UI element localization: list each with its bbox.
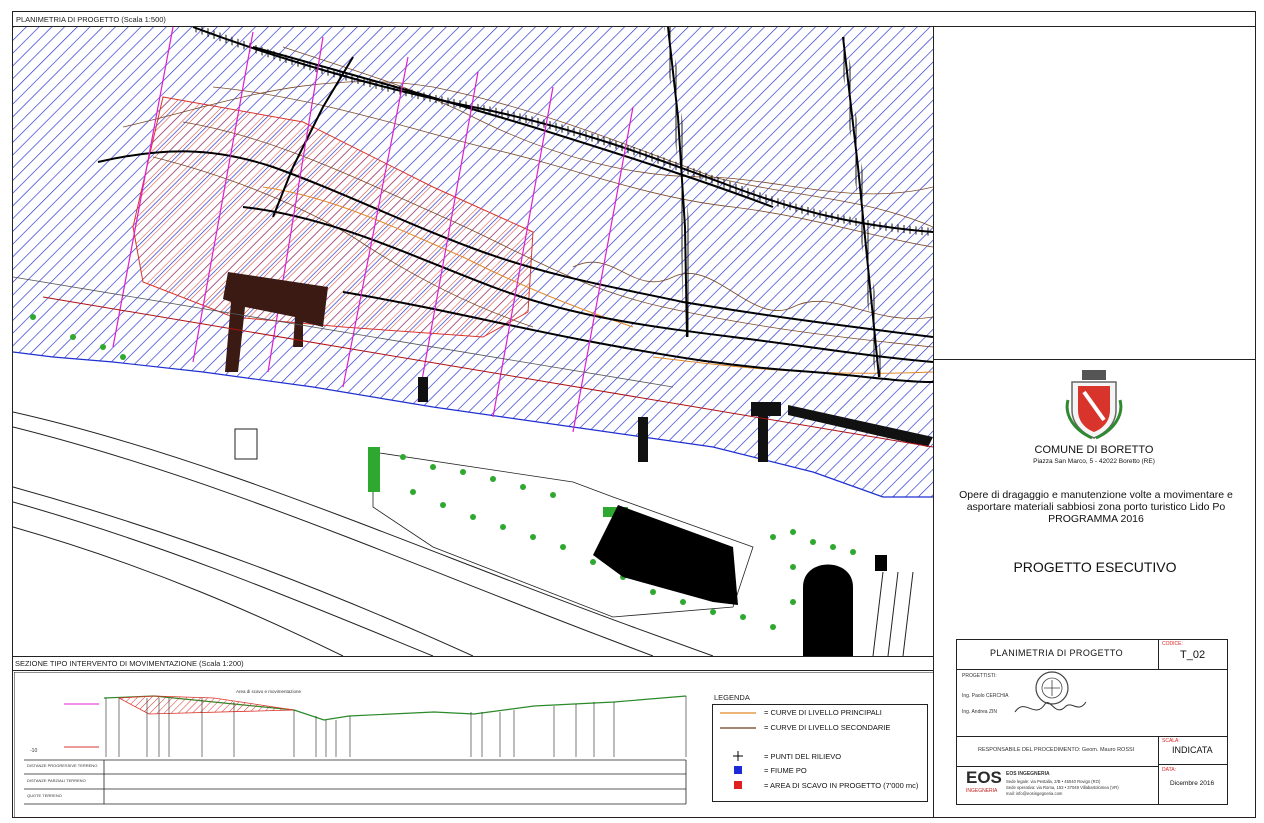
firm-logo: EOS xyxy=(966,768,1002,787)
project-description: Opere di dragaggio e manutenzione volte … xyxy=(959,489,1233,525)
building xyxy=(593,505,738,605)
legend-label: = AREA DI SCAVO IN PROGETTO (7'000 mc) xyxy=(764,781,919,790)
firm-line-3: mail: info@eosingegneria.com xyxy=(1006,791,1063,796)
section-row-progressive: DISTANZE PROGRESSIVE TERRENO xyxy=(27,763,98,768)
legend-blue-square-icon xyxy=(734,766,742,774)
scala-value: INDICATA xyxy=(1172,745,1213,755)
progettista-2: Ing. Andrea ZIN xyxy=(962,709,998,715)
plan-drawing xyxy=(13,27,933,656)
legend-label: = CURVE DI LIVELLO PRINCIPALI xyxy=(764,708,882,717)
legend-item-secondary-contours: = CURVE DI LIVELLO SECONDARIE xyxy=(720,723,890,732)
responsabile: RESPONSABILE DEL PROCEDIMENTO: Geom. Mau… xyxy=(978,747,1135,753)
firm-line-1: Sede legale: via Pestalla, 2/B • 45040 R… xyxy=(1006,779,1101,784)
codice-label: CODICE: xyxy=(1162,641,1183,647)
codice-value: T_02 xyxy=(1180,649,1206,661)
section-title: SEZIONE TIPO INTERVENTO DI MOVIMENTAZION… xyxy=(15,659,244,668)
data-label: DATA: xyxy=(1162,767,1176,773)
section-annotation: Area di scavo e movimentazione xyxy=(236,689,302,694)
legend-orange-line-icon xyxy=(720,711,756,714)
plan-header-strip: PLANIMETRIA DI PROGETTO (Scala 1:500) xyxy=(12,11,1256,27)
firm-line-2: Sede operativa: via Roma, 153 • 37049 Vi… xyxy=(1006,785,1119,790)
drawing-title: PLANIMETRIA DI PROGETTO xyxy=(990,648,1124,658)
comune-crest xyxy=(1064,370,1124,440)
legend-label: = CURVE DI LIVELLO SECONDARIE xyxy=(764,723,891,732)
section-row-quote: QUOTE TERRENO xyxy=(27,793,62,798)
firm-name: EOS INGEGNERIA xyxy=(1006,771,1050,777)
legend-label: = PUNTI DEL RILIEVO xyxy=(764,751,842,761)
legend-item-main-contours: = CURVE DI LIVELLO PRINCIPALI xyxy=(720,708,882,717)
legend-item-excavation: = AREA DI SCAVO IN PROGETTO (7'000 mc) xyxy=(720,781,918,790)
comune-address: Piazza San Marco, 5 - 42022 Boretto (RE) xyxy=(1033,458,1155,465)
section-datum: -10 xyxy=(30,748,38,754)
plan-map[interactable] xyxy=(13,27,934,657)
legend-label: = FIUME PO xyxy=(764,766,807,775)
project-phase: PROGETTO ESECUTIVO xyxy=(1013,559,1177,575)
section-header-strip: SEZIONE TIPO INTERVENTO DI MOVIMENTAZION… xyxy=(12,656,933,671)
section-row-partial: DISTANZE PARZIALI TERRENO xyxy=(27,778,86,783)
legend-item-survey-points: = PUNTI DEL RILIEVO xyxy=(720,751,841,761)
data-value: Dicembre 2016 xyxy=(1170,780,1215,787)
legend-brown-line-icon xyxy=(720,726,756,729)
right-panel-top-empty xyxy=(933,27,1256,360)
progettista-1: Ing. Paolo CERCHIA xyxy=(962,693,1009,699)
signature xyxy=(1010,692,1090,722)
legend-title: LEGENDA xyxy=(714,693,750,702)
legend: LEGENDA = CURVE DI LIVELLO PRINCIPALI = … xyxy=(712,690,930,802)
progettisti-label: PROGETTISTI: xyxy=(962,673,997,679)
scala-label: SCALA: xyxy=(1162,738,1180,744)
legend-item-river: = FIUME PO xyxy=(720,766,807,775)
comune-name: COMUNE DI BORETTO xyxy=(1034,444,1154,456)
plan-title: PLANIMETRIA DI PROGETTO (Scala 1:500) xyxy=(16,15,166,24)
crest-crown-icon xyxy=(1082,370,1106,380)
legend-cross-icon xyxy=(733,751,743,761)
firm-logo-sub: INGEGNERIA xyxy=(966,788,998,794)
legend-red-square-icon xyxy=(734,781,742,789)
